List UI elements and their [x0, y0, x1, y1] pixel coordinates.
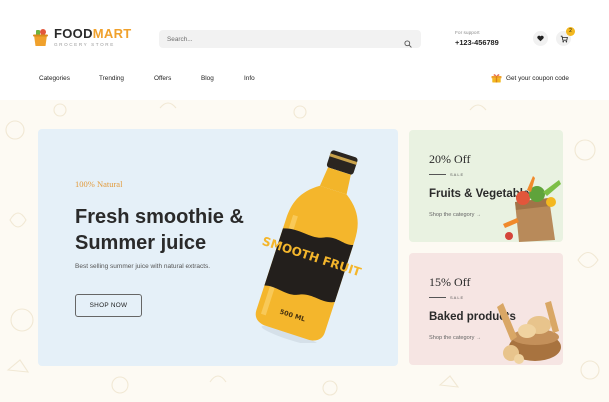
sale-label: SALE [450, 295, 465, 300]
logo[interactable]: FOODMART GROCERY STORE [32, 27, 132, 47]
site-header: FOODMART GROCERY STORE For support +123-… [0, 0, 609, 100]
logo-subtitle: GROCERY STORE [54, 42, 115, 47]
support-info: For support +123-456789 [455, 31, 499, 47]
hero-eyebrow: 100% Natural [75, 179, 123, 189]
sale-tag: SALE [429, 295, 464, 300]
coupon-label: Get your coupon code [506, 74, 569, 82]
shop-category-link[interactable]: Shop the category → [429, 335, 481, 341]
hero-title: Fresh smoothie & Summer juice [75, 206, 244, 254]
grocery-basket-icon [32, 27, 49, 47]
sale-tag: SALE [429, 172, 464, 177]
heart-icon [537, 35, 544, 42]
search-bar [159, 30, 421, 48]
coupon-link[interactable]: Get your coupon code [491, 73, 569, 83]
search-input[interactable] [167, 33, 387, 45]
promo-discount: 20% Off [429, 152, 471, 166]
wishlist-button[interactable] [533, 31, 548, 46]
nav-item-trending[interactable]: Trending [99, 75, 124, 82]
search-icon[interactable] [404, 35, 412, 48]
promo-discount: 15% Off [429, 275, 471, 289]
promo-card-fruits[interactable]: 20% Off SALE Fruits & Vegetables Shop th… [409, 130, 563, 242]
juice-bottle-image: SMOOTH FRUIT 500 ML [240, 143, 390, 346]
nav-item-blog[interactable]: Blog [201, 75, 214, 82]
gift-icon [491, 74, 502, 83]
arrow-right-icon: → [475, 335, 481, 341]
nav-item-offers[interactable]: Offers [154, 75, 171, 82]
nav-item-info[interactable]: Info [244, 75, 255, 82]
logo-title-part1: FOOD [54, 26, 93, 41]
hero-banner: 100% Natural Fresh smoothie & Summer jui… [38, 129, 398, 366]
nav-item-categories[interactable]: Categories [39, 75, 70, 82]
promo-card-bakery[interactable]: 15% Off SALE Baked products Shop the cat… [409, 253, 563, 365]
support-label: For support [455, 31, 480, 36]
cart-count-badge: 2 [566, 27, 575, 36]
arrow-right-icon: → [475, 212, 481, 218]
shop-category-label: Shop the category [429, 335, 475, 341]
shopping-cart-icon [560, 35, 568, 42]
vegetable-bag-image [493, 162, 563, 242]
hero-description: Best selling summer juice with natural e… [75, 263, 211, 270]
support-phone[interactable]: +123-456789 [455, 38, 499, 47]
sale-label: SALE [450, 172, 465, 177]
shop-category-link[interactable]: Shop the category → [429, 212, 481, 218]
logo-title-part2: MART [92, 26, 132, 41]
shop-now-button[interactable]: SHOP NOW [75, 294, 142, 317]
bread-basket-image [493, 285, 563, 365]
shop-category-label: Shop the category [429, 212, 475, 218]
